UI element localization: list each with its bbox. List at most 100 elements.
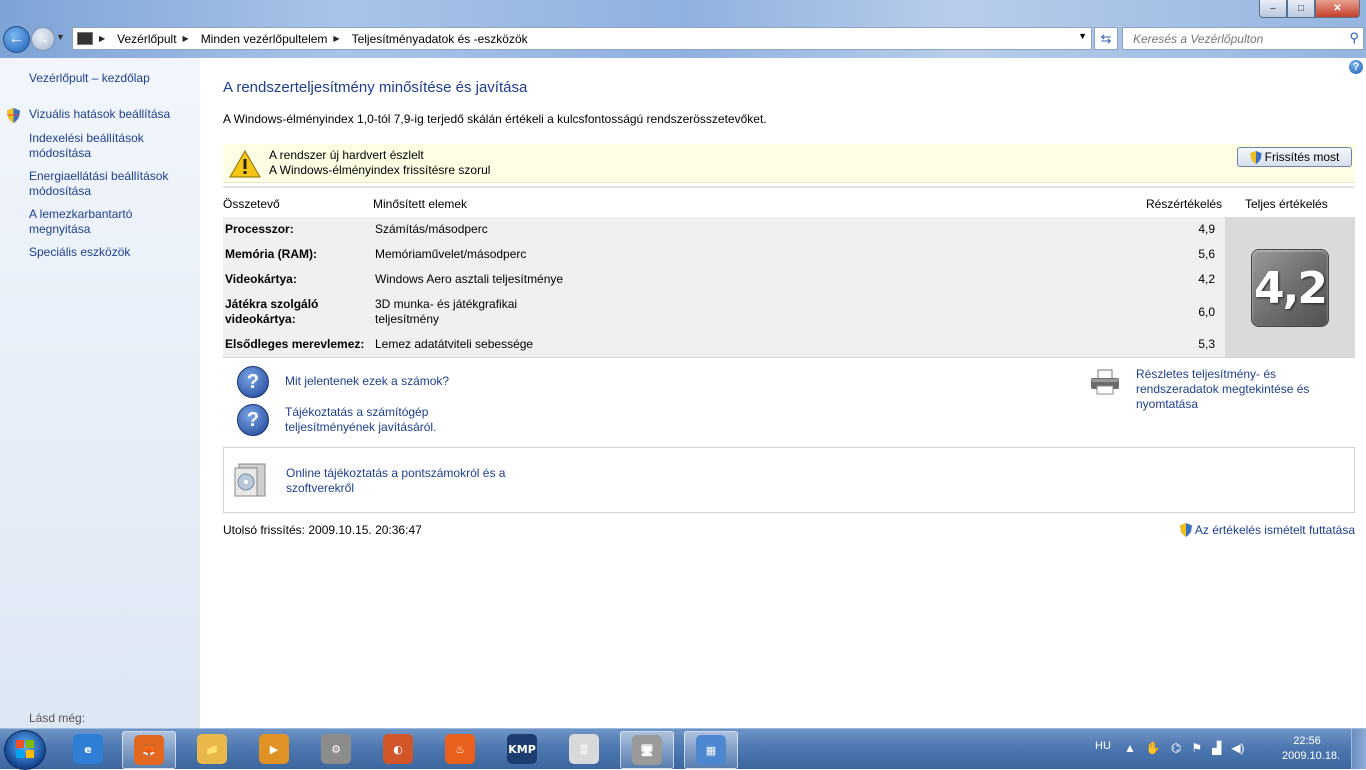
taskbar-app-button[interactable]: ◐	[372, 731, 424, 767]
clock[interactable]: 22:56 2009.10.18.	[1282, 734, 1341, 764]
taskbar-app-button[interactable]: ♨	[434, 731, 486, 767]
taskbar-app-button[interactable]: ⚙	[310, 731, 362, 767]
breadcrumb-all-items[interactable]: Minden vezérlőpultelem	[201, 32, 328, 46]
breadcrumb-arrow-icon[interactable]: ▶	[183, 34, 189, 43]
volume-icon[interactable]: ◀)	[1231, 741, 1244, 755]
address-bar[interactable]: ▶ Vezérlőpult ▶ Minden vezérlőpultelem ▶…	[72, 27, 1092, 50]
taskbar: e 🦊 📁 ▶ ⚙ ◐ ♨ KMP ≣ 🖥 ▦ HU ▲ ✋ ⌬ ⚑ ▟ ◀) 22:56 2009…	[0, 728, 1366, 770]
maximize-button[interactable]: □	[1287, 0, 1315, 18]
usb-icon[interactable]: ⌬	[1171, 741, 1181, 755]
folder-icon: 📁	[197, 734, 227, 764]
nero-icon: ♨	[445, 734, 475, 764]
document-icon: ≣	[569, 734, 599, 764]
refresh-now-label: Frissítés most	[1264, 150, 1340, 164]
taskbar-app-button[interactable]: ▶	[248, 731, 300, 767]
taskbar-app-button[interactable]: ≣	[558, 731, 610, 767]
breadcrumb-control-panel[interactable]: Vezérlőpult	[117, 32, 176, 46]
computer-icon: 🖥	[632, 735, 662, 765]
taskbar-app-button[interactable]: 🖥	[620, 731, 674, 769]
taskbar-app-button[interactable]: 📁	[186, 731, 238, 767]
network-icon[interactable]: ▟	[1212, 741, 1221, 755]
control-panel-icon: ▦	[696, 735, 726, 765]
rerun-assessment-label: Az értékelés ismételt futtatása	[1194, 523, 1355, 537]
taskbar-app-button[interactable]: 🦊	[122, 731, 176, 769]
online-info-panel: Online tájékoztatás a pontszámokról és a…	[223, 447, 1355, 513]
kmp-icon: KMP	[507, 734, 537, 764]
last-refresh-text: Utolsó frissítés: 2009.10.15. 20:36:47	[223, 523, 422, 537]
refresh-button[interactable]: ⇆	[1094, 27, 1118, 50]
base-score-panel: 4,2	[1225, 217, 1355, 357]
rerun-assessment-link[interactable]: Az értékelés ismételt futtatása	[1179, 523, 1355, 537]
subscore: 4,9	[1198, 222, 1215, 236]
sidebar-item-indexing[interactable]: Indexelési beállítások módosítása	[29, 131, 194, 161]
minimize-button[interactable]: –	[1259, 0, 1287, 18]
what-numbers-mean-link[interactable]: Mit jelentenek ezek a számok?	[285, 374, 449, 388]
divider	[223, 357, 1355, 358]
sidebar-item-visual-effects[interactable]: Vizuális hatások beállítása	[29, 107, 194, 122]
online-info-link[interactable]: Online tájékoztatás a pontszámokról és a…	[286, 466, 516, 496]
start-button[interactable]	[4, 730, 46, 770]
uac-shield-icon	[1179, 523, 1192, 537]
search-box[interactable]: ⚲	[1122, 27, 1364, 50]
score-table: Processzor: Számítás/másodperc 4,9 Memór…	[223, 217, 1225, 357]
subscore: 4,2	[1198, 272, 1215, 286]
sidebar-item-home[interactable]: Vezérlőpult – kezdőlap	[29, 71, 194, 86]
sidebar-item-advanced-tools[interactable]: Speciális eszközök	[29, 245, 194, 260]
ie-icon: e	[73, 734, 103, 764]
component-name: Videokártya:	[225, 272, 297, 286]
notice-line-1: A rendszer új hardvert észlelt	[269, 148, 424, 162]
windows-logo-icon	[16, 740, 34, 758]
uac-shield-icon	[1250, 150, 1262, 164]
hand-icon[interactable]: ✋	[1146, 741, 1161, 755]
control-panel-icon	[77, 32, 93, 45]
flag-icon[interactable]: ⚑	[1191, 741, 1202, 755]
forward-button[interactable]: →	[31, 27, 55, 51]
close-button[interactable]: ✕	[1315, 0, 1360, 18]
base-score-badge: 4,2	[1251, 249, 1329, 327]
sidebar-item-disk-cleanup[interactable]: A lemezkarbantartó megnyitása	[29, 207, 194, 237]
rated-item: Számítás/másodperc	[375, 222, 488, 236]
breadcrumb-arrow-icon[interactable]: ▶	[333, 34, 339, 43]
question-icon: ?	[237, 404, 269, 436]
see-also-label: Lásd még:	[29, 711, 86, 725]
show-hidden-icons-icon[interactable]: ▲	[1124, 741, 1136, 755]
media-player-icon: ▶	[259, 734, 289, 764]
component-name: Játékra szolgáló videokártya:	[225, 297, 319, 326]
header-base-score: Teljes értékelés	[1245, 197, 1328, 211]
improve-tips-link[interactable]: Tájékoztatás a számítógép teljesítményén…	[285, 405, 505, 435]
clock-date: 2009.10.18.	[1282, 750, 1341, 762]
address-dropdown-icon[interactable]: ▼	[1078, 31, 1087, 41]
refresh-now-button[interactable]: Frissítés most	[1237, 147, 1352, 167]
back-button[interactable]: ←	[3, 26, 30, 53]
table-header: Összetevő Minősített elemek Részértékelé…	[223, 186, 1355, 219]
header-rated-items: Minősített elemek	[373, 197, 468, 211]
subscore: 6,0	[1198, 305, 1215, 319]
device-icon: ⚙	[321, 734, 351, 764]
help-icon[interactable]: ?	[1349, 60, 1363, 74]
detailed-info-link[interactable]: Részletes teljesítmény- és rendszeradato…	[1136, 367, 1361, 412]
rated-item: Windows Aero asztali teljesítménye	[375, 272, 564, 286]
search-icon[interactable]: ⚲	[1349, 30, 1359, 46]
burner-icon: ◐	[383, 734, 413, 764]
page-title: A rendszerteljesítmény minősítése és jav…	[223, 79, 528, 96]
breadcrumb-arrow-icon[interactable]: ▶	[99, 34, 105, 43]
breadcrumb-performance[interactable]: Teljesítményadatok és -eszközök	[352, 32, 528, 46]
rated-item: Lemez adatátviteli sebessége	[375, 337, 534, 351]
sidebar-item-power[interactable]: Energiaellátási beállítások módosítása	[29, 169, 194, 199]
language-indicator[interactable]: HU	[1095, 740, 1111, 752]
title-bar: – □ ✕ ← → ▼ ▶ Vezérlőpult ▶ Minden vezér…	[0, 0, 1366, 58]
warning-icon	[229, 150, 261, 178]
recent-pages-dropdown[interactable]: ▼	[56, 32, 65, 42]
system-tray: ▲ ✋ ⌬ ⚑ ▟ ◀)	[1124, 741, 1245, 755]
taskbar-app-button[interactable]: KMP	[496, 731, 548, 767]
search-input[interactable]	[1131, 31, 1335, 47]
taskbar-app-button[interactable]: ▦	[684, 731, 738, 769]
show-desktop-button[interactable]	[1351, 729, 1366, 769]
taskbar-app-button[interactable]: e	[62, 731, 114, 767]
rated-item: 3D munka- és játékgrafikai teljesítmény	[375, 297, 518, 326]
question-icon: ?	[237, 366, 269, 398]
header-subscore: Részértékelés	[1146, 197, 1223, 211]
printer-icon	[1091, 369, 1119, 395]
page-description: A Windows-élményindex 1,0-tól 7,9-ig ter…	[223, 112, 767, 126]
component-name: Processzor:	[225, 222, 294, 236]
